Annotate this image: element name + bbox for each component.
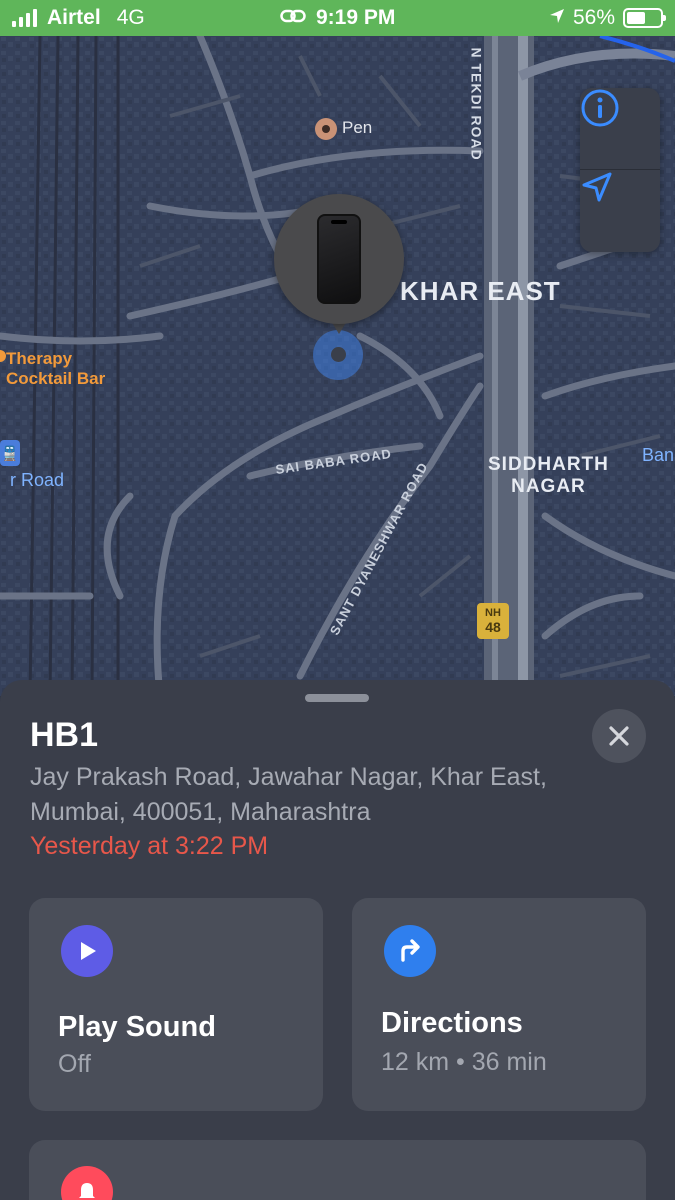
sheet-grabber[interactable]: [305, 694, 369, 702]
bell-icon: [79, 1183, 95, 1198]
status-bar: Airtel 4G 9:19 PM 56%: [0, 0, 675, 36]
status-center: 9:19 PM: [280, 6, 395, 30]
map-label-khar-east: KHAR EAST: [400, 276, 561, 306]
play-sound-status: Off: [58, 1050, 91, 1078]
link-icon: [280, 6, 306, 30]
map-label-pen[interactable]: Pen: [342, 118, 372, 138]
status-right: 56%: [549, 6, 666, 30]
play-sound-title: Play Sound: [58, 1011, 216, 1043]
battery-icon: [623, 8, 666, 28]
map-controls: [580, 88, 660, 252]
play-sound-icon-circle: [61, 925, 113, 977]
map-label-tekdi-road: N TEKDI ROAD: [468, 47, 485, 161]
info-icon: [581, 89, 619, 127]
turn-right-arrow-icon: [401, 939, 420, 962]
notifications-card[interactable]: [29, 1140, 646, 1200]
location-arrow-icon: [549, 6, 565, 30]
battery-percent: 56%: [572, 6, 615, 29]
train-station-icon[interactable]: 🚆: [0, 440, 20, 466]
device-name: HB1: [30, 716, 99, 754]
map-label-road[interactable]: r Road: [10, 470, 64, 491]
status-left: Airtel 4G: [12, 6, 145, 30]
device-detail-sheet: HB1 Jay Prakash Road, Jawahar Nagar, Kha…: [0, 680, 675, 1200]
location-dot: [331, 347, 346, 362]
close-icon: [609, 726, 629, 746]
track-location-button[interactable]: [580, 170, 660, 252]
location-arrow-icon: [582, 172, 612, 202]
bell-icon-circle: [61, 1166, 113, 1200]
close-button[interactable]: [592, 709, 646, 763]
map-label-therapy-bar[interactable]: Therapy Cocktail Bar: [6, 349, 105, 389]
map-view[interactable]: N TEKDI ROAD Pen KHAR EAST Therapy Cockt…: [0, 36, 675, 696]
signal-icon: [12, 9, 37, 27]
play-icon: [81, 942, 96, 960]
directions-card[interactable]: Directions 12 km • 36 min: [352, 898, 646, 1111]
play-sound-card[interactable]: Play Sound Off: [29, 898, 323, 1111]
device-pin[interactable]: [274, 194, 404, 324]
directions-eta: 12 km • 36 min: [381, 1048, 547, 1076]
directions-icon-circle: [384, 925, 436, 977]
device-address: Jay Prakash Road, Jawahar Nagar, Khar Ea…: [30, 763, 547, 826]
nh48-shield: NH 48: [477, 603, 509, 639]
directions-title: Directions: [381, 1007, 523, 1039]
carrier-label: Airtel: [47, 6, 101, 29]
map-label-siddharth-nagar: SIDDHARTH NAGAR: [488, 454, 609, 497]
network-label: 4G: [116, 6, 145, 29]
clock: 9:19 PM: [316, 6, 396, 29]
pen-poi-icon[interactable]: [315, 118, 337, 140]
map-info-button[interactable]: [580, 88, 660, 170]
iphone-icon: [317, 214, 361, 304]
map-label-ban[interactable]: Ban: [642, 445, 674, 466]
last-seen-time: Yesterday at 3:22 PM: [30, 832, 269, 860]
